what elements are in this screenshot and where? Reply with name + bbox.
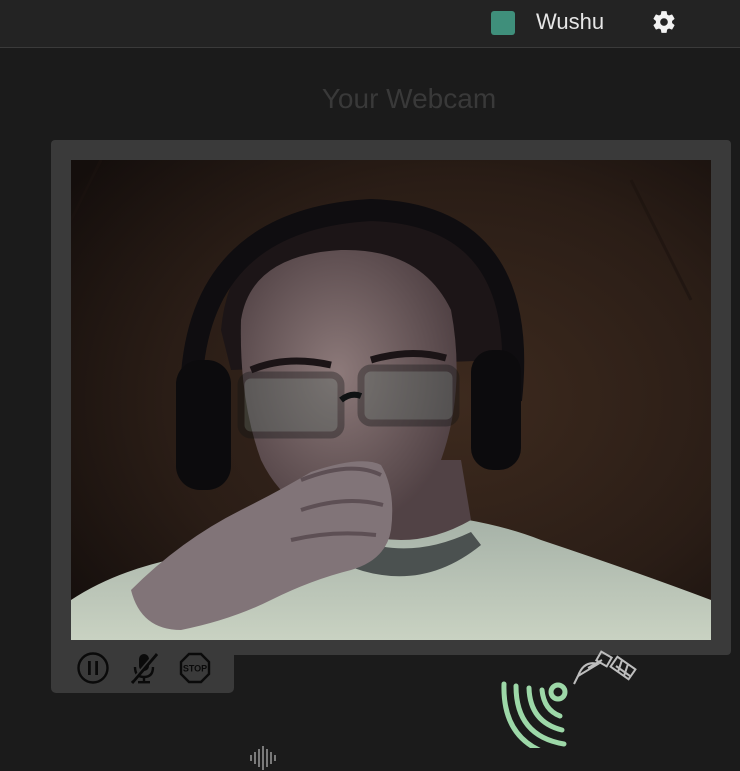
wireless-signal-icon (501, 681, 568, 748)
user-name: Wushu (536, 9, 605, 34)
satellite-icon (573, 650, 637, 685)
gear-icon[interactable] (651, 9, 677, 35)
stop-sign-icon[interactable]: STOP (178, 651, 212, 685)
top-bar: Wushu (0, 0, 740, 48)
stop-label: STOP (183, 664, 207, 674)
microphone-muted-icon[interactable] (127, 651, 161, 685)
webcam-video-feed (71, 160, 711, 640)
pause-icon[interactable] (76, 651, 110, 685)
webcam-image (71, 160, 711, 640)
user-color-swatch (491, 11, 515, 35)
webcam-title: Your Webcam (321, 83, 497, 114)
audio-equalizer-icon (250, 746, 276, 770)
